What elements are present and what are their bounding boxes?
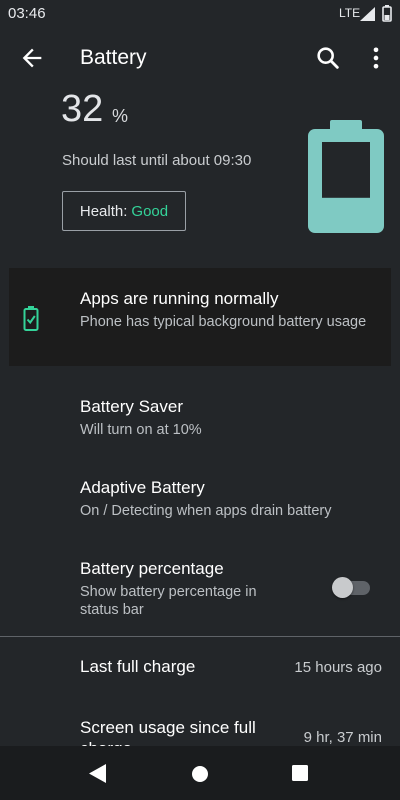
last-full-charge-row: Last full charge 15 hours ago xyxy=(0,648,400,688)
battery-level-icon xyxy=(308,120,384,233)
status-battery-icon xyxy=(382,5,392,22)
divider xyxy=(0,636,400,637)
navigation-bar xyxy=(0,746,400,800)
search-icon[interactable] xyxy=(314,44,342,72)
toggle-thumb xyxy=(332,577,353,598)
last-full-charge-value: 15 hours ago xyxy=(294,659,382,676)
battery-percentage-title: Battery percentage xyxy=(80,559,224,578)
battery-percent: 32 xyxy=(61,88,104,130)
battery-saver-title: Battery Saver xyxy=(80,397,183,416)
health-value: Good xyxy=(131,202,169,220)
adaptive-battery-subtitle: On / Detecting when apps drain battery xyxy=(80,503,332,519)
screen-usage-value: 9 hr, 37 min xyxy=(303,729,382,746)
network-type: LTE xyxy=(339,6,361,20)
more-options-icon[interactable] xyxy=(362,44,390,72)
nav-home-icon[interactable] xyxy=(191,765,209,783)
battery-percentage-subtitle: Show battery percentage in status bar xyxy=(80,584,257,618)
battery-estimate: Should last until about 09:30 xyxy=(62,152,252,169)
adaptive-battery-row[interactable]: Adaptive Battery On / Detecting when app… xyxy=(0,469,400,529)
card-title: Apps are running normally xyxy=(80,289,279,308)
battery-saver-row[interactable]: Battery Saver Will turn on at 10% xyxy=(0,388,400,448)
battery-percent-sign: % xyxy=(112,106,129,126)
battery-saver-subtitle: Will turn on at 10% xyxy=(80,422,202,438)
adaptive-battery-title: Adaptive Battery xyxy=(80,478,205,497)
battery-check-icon xyxy=(23,306,39,331)
back-arrow-icon[interactable] xyxy=(18,44,46,72)
health-label: Health: xyxy=(79,202,128,220)
status-clock: 03:46 xyxy=(8,5,46,22)
health-badge[interactable]: Health: Good xyxy=(62,191,186,231)
nav-recents-icon[interactable] xyxy=(292,765,308,781)
page-title: Battery xyxy=(80,46,147,69)
battery-status-card[interactable]: Apps are running normally Phone has typi… xyxy=(9,268,391,366)
card-subtitle: Phone has typical background battery usa… xyxy=(80,314,367,330)
last-full-charge-label: Last full charge xyxy=(80,657,196,676)
status-bar: 03:46 LTE xyxy=(0,0,400,28)
nav-back-icon[interactable] xyxy=(89,764,107,783)
signal-icon xyxy=(360,7,375,21)
battery-percentage-toggle[interactable] xyxy=(332,576,372,598)
